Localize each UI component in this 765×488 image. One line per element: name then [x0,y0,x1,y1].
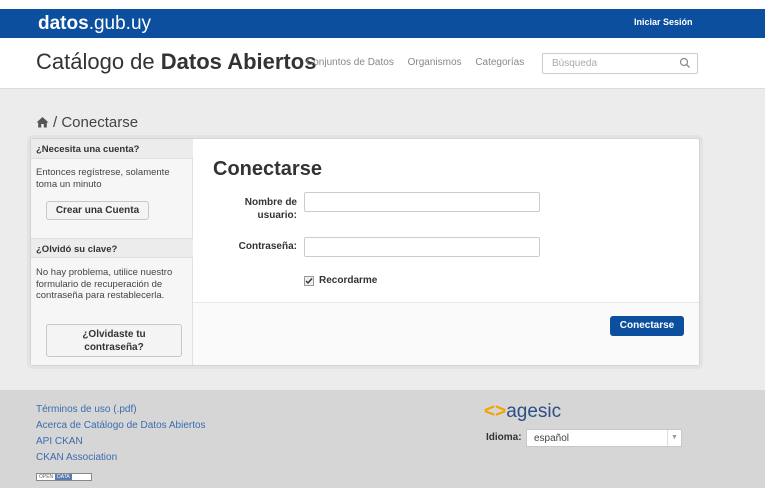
site-header: Catálogo de Datos Abiertos Conjuntos de … [0,38,765,88]
footer-link-api[interactable]: API CKAN [36,436,83,447]
password-field[interactable] [304,237,540,257]
search-box [542,53,698,74]
search-icon[interactable] [679,57,691,69]
main-nav: Conjuntos de Datos Organismos Categorías [306,57,535,68]
checkmark-icon [305,278,313,285]
login-link[interactable]: Iniciar Sesión [634,17,693,27]
account-heading: ¿Necesita una cuenta? [31,139,193,159]
password-label: Contraseña: [238,241,297,252]
nav-categories[interactable]: Categorías [475,57,524,68]
footer-link-ckan[interactable]: CKAN Association [36,452,117,463]
login-submit-button[interactable]: Conectarse [610,316,684,336]
remember-checkbox[interactable] [304,276,314,286]
language-value: español [534,433,570,444]
brand-rest: .gub.uy [88,13,152,34]
breadcrumb: / Conectarse [36,114,138,131]
chevron-down-icon: ▼ [667,430,681,446]
top-bar: datos.gub.uy Iniciar Sesión [0,9,765,38]
form-title: Conectarse [213,158,322,180]
home-icon[interactable] [36,116,49,128]
login-sidebar: ¿Necesita una cuenta? Entonces regístres… [31,139,193,365]
forgot-heading: ¿Olvidó su clave? [31,238,193,258]
site-brand[interactable]: datos.gub.uy [38,13,151,35]
agesic-logo[interactable]: <>agesic [484,401,561,423]
breadcrumb-separator: / [53,114,58,131]
username-label-line2: usuario: [257,210,297,221]
language-label: Idioma: [486,432,522,443]
agesic-arrow: <> [484,401,507,422]
search-input[interactable] [543,54,673,73]
remember-label[interactable]: Recordarme [319,275,377,286]
breadcrumb-current: Conectarse [61,114,139,131]
footer-link-about[interactable]: Acerca de Catálogo de Datos Abiertos [36,420,206,431]
badge-open: OPEN [39,474,54,480]
language-select[interactable]: español ▼ [526,429,682,447]
account-text: Entonces regístrese, solamente toma un m… [36,167,170,190]
forgot-button-line1: ¿Olvidaste tu [82,329,146,340]
nav-datasets[interactable]: Conjuntos de Datos [306,57,394,68]
create-account-button[interactable]: Crear una Cuenta [46,201,149,220]
username-field[interactable] [304,192,540,212]
badge-data: DATA [55,474,72,480]
brand-bold: datos [38,13,89,34]
username-label-line1: Nombre de [244,197,297,208]
site-title-plain: Catálogo de [36,49,155,74]
header-divider [0,88,765,89]
username-label: Nombre de usuario: [230,196,297,222]
nav-organizations[interactable]: Organismos [408,57,462,68]
forgot-password-button[interactable]: ¿Olvidaste tu contraseña? [46,324,182,357]
site-title-bold: Datos Abiertos [160,49,317,74]
footer-link-terms[interactable]: Términos de uso (.pdf) [36,404,137,415]
forgot-button-line2: contraseña? [84,342,144,353]
forgot-text: No hay problema, utilice nuestro formula… [36,267,173,301]
agesic-name: agesic [506,401,562,422]
site-title[interactable]: Catálogo de Datos Abiertos [36,49,316,75]
open-data-badge[interactable]: OPEN DATA [36,473,92,481]
